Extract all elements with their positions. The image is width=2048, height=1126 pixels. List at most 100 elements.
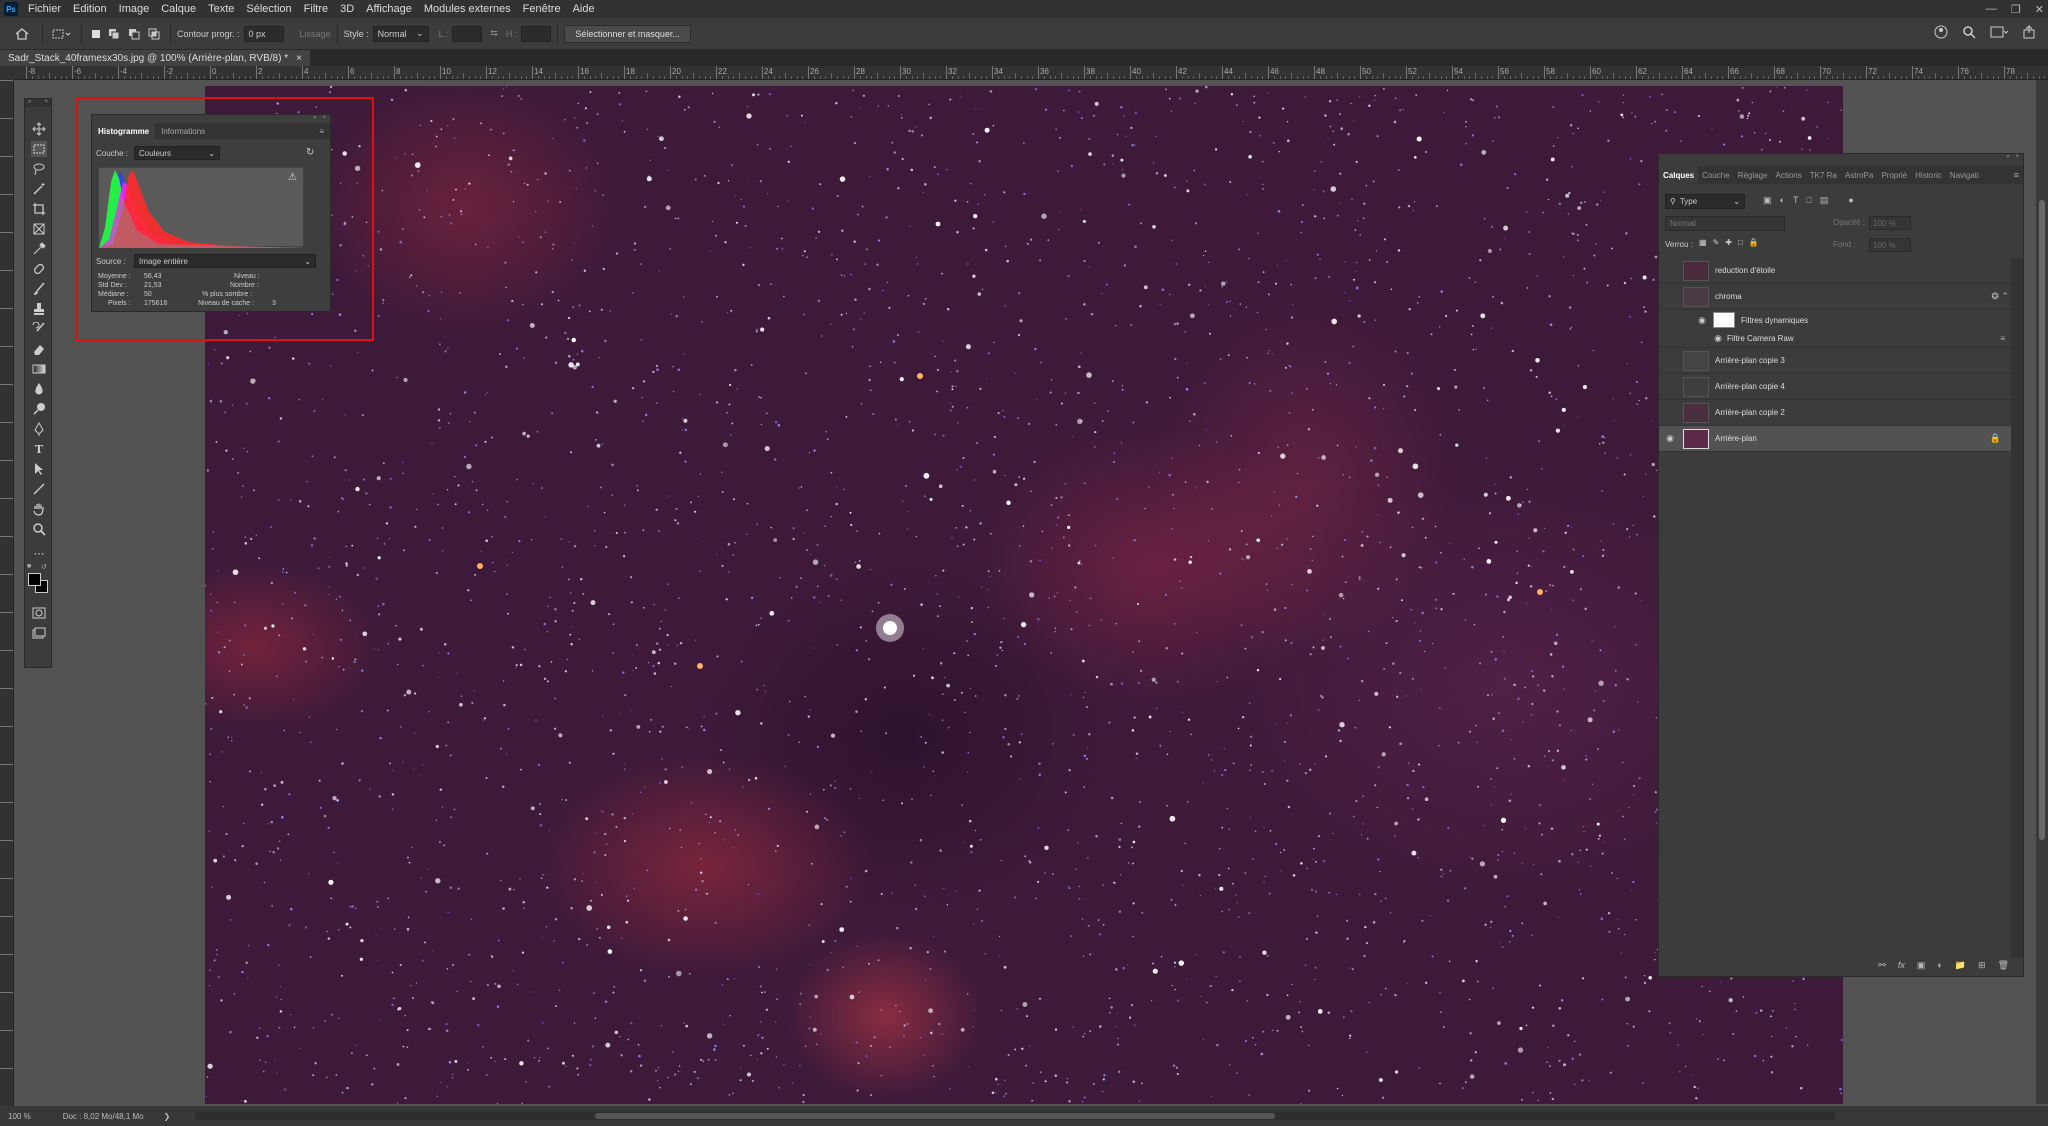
delete-layer-icon[interactable]: 🗑 — [1998, 960, 2009, 971]
magic-wand-tool-icon[interactable] — [31, 181, 47, 197]
visibility-toggle[interactable] — [1663, 354, 1677, 368]
collapse-panel-icon[interactable]: » — [2006, 154, 2009, 160]
close-tab-icon[interactable]: × — [296, 53, 302, 64]
pen-tool-icon[interactable] — [31, 421, 47, 437]
new-layer-icon[interactable]: ⊞ — [1978, 960, 1986, 971]
status-arrow-icon[interactable]: ❯ — [164, 1112, 171, 1121]
panel-menu-icon[interactable]: ≡ — [319, 127, 324, 136]
workspace-icon[interactable] — [1990, 26, 2009, 40]
ruler-origin[interactable] — [0, 66, 14, 80]
tab-informations[interactable]: Informations — [155, 123, 211, 139]
filter-shape-icon[interactable]: □ — [1806, 195, 1811, 206]
eraser-tool-icon[interactable] — [31, 341, 47, 357]
menu-edition[interactable]: Edition — [67, 3, 113, 15]
tab-reglage[interactable]: Réglage — [1734, 166, 1772, 184]
subtract-selection-icon[interactable] — [124, 25, 144, 43]
contour-input[interactable]: 0 px — [243, 25, 284, 42]
menu-aide[interactable]: Aide — [567, 3, 601, 15]
lock-all-icon[interactable]: 🔒 — [1749, 238, 1759, 247]
swap-dimensions-icon[interactable]: ⇆ — [490, 28, 498, 39]
restore-icon[interactable]: ❐ — [2011, 3, 2021, 16]
add-selection-icon[interactable] — [104, 25, 124, 43]
visibility-toggle[interactable] — [1663, 264, 1677, 278]
document-tab[interactable]: Sadr_Stack_40framesx30s.jpg @ 100% (Arri… — [0, 50, 310, 66]
frame-tool-icon[interactable] — [31, 221, 47, 237]
default-colors-icon[interactable]: ■ — [27, 563, 31, 570]
zoom-level[interactable]: 100 % — [8, 1112, 31, 1121]
document-canvas[interactable] — [205, 86, 1843, 1104]
visibility-toggle[interactable] — [1663, 380, 1677, 394]
new-selection-icon[interactable] — [88, 25, 104, 43]
adjustment-layer-icon[interactable]: ◐ — [1937, 960, 1942, 970]
filter-type-icon[interactable]: T — [1793, 195, 1799, 206]
link-layers-icon[interactable]: ⚯ — [1878, 960, 1886, 971]
couche-select[interactable]: Couleurs ⌄ — [134, 146, 220, 160]
menu-3d[interactable]: 3D — [334, 3, 360, 15]
gradient-tool-icon[interactable] — [31, 361, 47, 377]
smart-filter-row[interactable]: ◉ Filtres dynamiques — [1659, 310, 2011, 330]
photoshop-logo-icon[interactable]: Ps — [4, 2, 18, 16]
smart-filter-icon[interactable]: ❂ ⌃ — [1991, 291, 2009, 302]
lock-paint-icon[interactable]: ✎ — [1713, 238, 1720, 247]
new-group-icon[interactable]: 📁 — [1955, 960, 1966, 971]
menu-modules-externes[interactable]: Modules externes — [418, 3, 517, 15]
swap-colors-icon[interactable]: ↺ — [41, 563, 47, 571]
menu-fenetre[interactable]: Fenêtre — [517, 3, 567, 15]
history-brush-tool-icon[interactable] — [31, 321, 47, 337]
more-tools-icon[interactable]: ⋯ — [31, 545, 47, 561]
close-window-icon[interactable]: ✕ — [2035, 3, 2044, 16]
path-selection-tool-icon[interactable] — [31, 461, 47, 477]
fill-input[interactable]: 100 % — [1869, 238, 1911, 252]
eyedropper-tool-icon[interactable] — [31, 241, 47, 257]
marquee-tool-icon[interactable] — [31, 141, 47, 157]
filter-toggle-icon[interactable]: ● — [1848, 195, 1853, 206]
tab-historique[interactable]: Historic — [1911, 166, 1946, 184]
eye-icon[interactable]: ◉ — [1695, 313, 1709, 327]
screen-mode-icon[interactable] — [31, 625, 47, 641]
zoom-tool-icon[interactable] — [31, 521, 47, 537]
menu-fichier[interactable]: Fichier — [22, 3, 67, 15]
layer-row[interactable]: reduction d'étoile — [1659, 258, 2011, 284]
opacity-input[interactable]: 100 % — [1869, 216, 1911, 230]
warning-icon[interactable]: ⚠ — [288, 172, 297, 183]
tab-astropa[interactable]: AstroPa — [1841, 166, 1877, 184]
layer-style-icon[interactable]: fx — [1898, 960, 1905, 970]
tab-actions[interactable]: Actions — [1772, 166, 1806, 184]
canvas-scrollbar-horizontal[interactable] — [195, 1112, 1835, 1120]
filter-pixel-icon[interactable]: ▣ — [1763, 195, 1772, 206]
line-tool-icon[interactable] — [31, 481, 47, 497]
refresh-icon[interactable]: ↻ — [306, 147, 314, 158]
height-input[interactable] — [521, 25, 552, 42]
close-panel-icon[interactable]: × — [322, 115, 326, 121]
tab-calques[interactable]: Calques — [1659, 166, 1699, 184]
tab-histogramme[interactable]: Histogramme — [92, 123, 156, 139]
move-tool-icon[interactable] — [31, 121, 47, 137]
lock-artboard-icon[interactable]: □ — [1738, 238, 1743, 247]
menu-filtre[interactable]: Filtre — [298, 3, 334, 15]
quick-mask-icon[interactable] — [31, 605, 47, 621]
lock-icon[interactable]: 🔒 — [1990, 433, 2001, 444]
dodge-tool-icon[interactable] — [31, 401, 47, 417]
menu-selection[interactable]: Sélection — [240, 3, 297, 15]
menu-image[interactable]: Image — [113, 3, 156, 15]
doc-size-info[interactable]: Doc : 8,02 Mo/48,1 Mo — [63, 1112, 144, 1121]
share-icon[interactable] — [1934, 25, 1948, 41]
source-select[interactable]: Image entière ⌄ — [134, 254, 316, 268]
visibility-toggle[interactable] — [1663, 406, 1677, 420]
layer-row[interactable]: Arrière-plan copie 2 — [1659, 400, 2011, 426]
canvas-scrollbar-vertical[interactable] — [2036, 80, 2048, 1104]
tab-navigation[interactable]: Navigati — [1946, 166, 1983, 184]
search-icon[interactable] — [1962, 25, 1976, 41]
add-mask-icon[interactable]: ▣ — [1917, 960, 1926, 971]
layer-row[interactable]: Arrière-plan copie 4 — [1659, 374, 2011, 400]
layers-scrollbar[interactable] — [2011, 258, 2023, 958]
close-panel-icon[interactable]: × — [2015, 154, 2019, 160]
marquee-tool-preset-icon[interactable] — [49, 25, 75, 43]
clone-stamp-tool-icon[interactable] — [31, 301, 47, 317]
menu-texte[interactable]: Texte — [202, 3, 240, 15]
filter-smart-object-icon[interactable]: ▤ — [1820, 195, 1829, 206]
layer-row-selected[interactable]: ◉ Arrière-plan 🔒 — [1659, 426, 2011, 452]
share-export-icon[interactable] — [2022, 25, 2036, 41]
menu-affichage[interactable]: Affichage — [360, 3, 418, 15]
menu-calque[interactable]: Calque — [155, 3, 202, 15]
